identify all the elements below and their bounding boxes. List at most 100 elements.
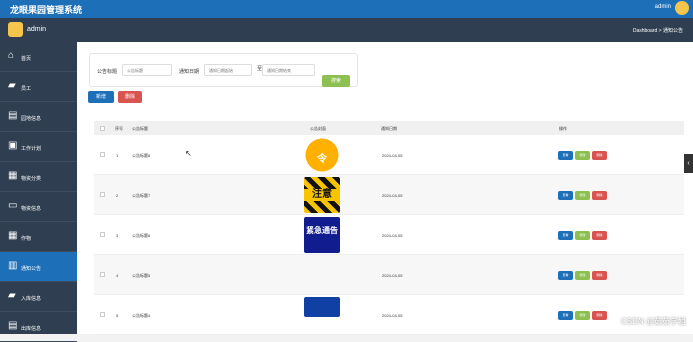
delete-row-button[interactable]: 删除 [592, 271, 607, 280]
edit-button[interactable]: 修改 [575, 231, 590, 240]
notice-cover-image [304, 297, 340, 317]
column-date[interactable]: 通知日期 [381, 126, 397, 132]
top-header: 龙眼果园管理系统 admin [0, 0, 693, 18]
row-date: 2024-04-05 [382, 313, 403, 318]
sidebar-item-label: 首页 [21, 56, 32, 62]
table-row: 5 公告标题4 2024-04-05 查看 修改 删除 [94, 295, 684, 335]
delete-row-button[interactable]: 删除 [592, 231, 607, 240]
sidebar-item-label: 作物 [21, 236, 32, 242]
cover-image-text: 令 [317, 154, 327, 165]
start-date-input[interactable] [204, 64, 252, 76]
sidebar-item-label: 出库信息 [21, 326, 42, 332]
edit-button[interactable]: 修改 [575, 271, 590, 280]
list-icon: ▤ [8, 320, 18, 331]
top-user-name[interactable]: admin [655, 4, 671, 10]
list-icon: ▤ [8, 110, 18, 121]
search-button[interactable]: 搜索 [322, 75, 350, 87]
table-row: 4 公告标题5 2024-04-05 查看 修改 删除 [94, 255, 684, 295]
row-index: 5 [116, 313, 119, 318]
row-checkbox[interactable] [100, 312, 105, 317]
notice-cover-image: 紧急通告 [304, 217, 340, 253]
view-button[interactable]: 查看 [558, 231, 573, 240]
column-title[interactable]: 公告标题 [132, 126, 148, 132]
notice-date-label: 通知日期 [179, 69, 200, 75]
grid-icon: ▦ [8, 230, 18, 241]
sidebar-item-plan[interactable]: ▣ 工作计划 [0, 132, 77, 162]
select-all-checkbox[interactable] [100, 126, 105, 131]
row-date: 2024-04-05 [382, 273, 403, 278]
sidebar-item-notice[interactable]: ▥ 通知公告 [0, 252, 77, 282]
app-title: 龙眼果园管理系统 [10, 5, 83, 15]
briefcase-icon: ▰ [8, 80, 16, 91]
breadcrumb[interactable]: Dashboard > 通知公告 [633, 27, 683, 34]
row-checkbox[interactable] [100, 232, 105, 237]
delete-row-button[interactable]: 删除 [592, 191, 607, 200]
sidebar-item-garden[interactable]: ▤ 园地信息 [0, 102, 77, 132]
side-panel-toggle[interactable]: ‹ [684, 154, 693, 173]
row-title: 公告标题8 [132, 153, 151, 158]
sidebar-item-crop[interactable]: ▦ 作物 [0, 222, 77, 252]
admin-avatar [8, 22, 23, 37]
edit-button[interactable]: 修改 [575, 311, 590, 320]
delete-row-button[interactable]: 删除 [592, 311, 607, 320]
table-row: 2 公告标题7 注意 2024-04-05 查看 修改 删除 [94, 175, 684, 215]
sidebar-item-material-category[interactable]: ▦ 物资分类 [0, 162, 77, 192]
sub-header: admin Dashboard > 通知公告 [0, 18, 693, 42]
delete-button[interactable]: 删除 [118, 91, 142, 103]
column-cover[interactable]: 公告封面 [310, 126, 326, 132]
row-title: 公告标题7 [132, 193, 151, 198]
view-button[interactable]: 查看 [558, 311, 573, 320]
edit-button[interactable]: 修改 [575, 151, 590, 160]
row-index: 3 [116, 233, 119, 238]
file-icon: ▣ [8, 140, 18, 151]
user-avatar[interactable] [675, 1, 689, 15]
inbox-icon: ▰ [8, 290, 16, 301]
notice-title-label: 公告标题 [97, 69, 118, 75]
row-date: 2024-04-05 [382, 233, 403, 238]
notice-cover-image: 令 [304, 137, 340, 173]
sidebar-item-outbound[interactable]: ▤ 出库信息 [0, 312, 77, 342]
search-panel: 公告标题 通知日期 至 搜索 [89, 53, 358, 87]
row-date: 2024-04-05 [382, 153, 403, 158]
watermark-text: CSDN @茹茹学姐 [620, 317, 686, 326]
sidebar: ⌂ 首页 ▰ 员工 ▤ 园地信息 ▣ 工作计划 ▦ 物资分类 ▭ 物资信息 ▦ 作物 ▥ 通知公… [0, 42, 77, 342]
row-index: 4 [116, 273, 119, 278]
main-content: 公告标题 通知日期 至 搜索 新增 删除 ↖ 序号 公告标题 公告封面 通知日期… [77, 42, 693, 335]
sidebar-item-inbound[interactable]: ▰ 入库信息 [0, 282, 77, 312]
sidebar-item-label: 入库信息 [21, 296, 42, 302]
row-checkbox[interactable] [100, 192, 105, 197]
row-title: 公告标题4 [132, 313, 151, 318]
delete-row-button[interactable]: 删除 [592, 151, 607, 160]
bar-chart-icon: ▥ [8, 260, 18, 271]
storage-icon: ▦ [8, 170, 18, 181]
view-button[interactable]: 查看 [558, 191, 573, 200]
notice-title-input[interactable] [122, 64, 172, 76]
row-date: 2024-04-05 [382, 193, 403, 198]
home-icon: ⌂ [8, 50, 15, 61]
table-row: 3 公告标题6 紧急通告 2024-04-05 查看 修改 删除 [94, 215, 684, 255]
table-header: 序号 公告标题 公告封面 通知日期 操作 [94, 121, 684, 135]
cover-image-text: 注意 [304, 189, 340, 201]
sidebar-item-material-info[interactable]: ▭ 物资信息 [0, 192, 77, 222]
row-index: 2 [116, 193, 119, 198]
view-button[interactable]: 查看 [558, 271, 573, 280]
table-row: 1 公告标题8 令 2024-04-05 查看 修改 删除 [94, 135, 684, 175]
sidebar-item-label: 物资分类 [21, 176, 42, 182]
sidebar-item-label: 物资信息 [21, 206, 42, 212]
row-checkbox[interactable] [100, 272, 105, 277]
sidebar-item-label: 工作计划 [21, 146, 42, 152]
sidebar-item-home[interactable]: ⌂ 首页 [0, 42, 77, 72]
add-button[interactable]: 新增 [88, 91, 114, 103]
row-title: 公告标题5 [132, 273, 151, 278]
edit-button[interactable]: 修改 [575, 191, 590, 200]
row-checkbox[interactable] [100, 152, 105, 157]
view-button[interactable]: 查看 [558, 151, 573, 160]
sidebar-item-staff[interactable]: ▰ 员工 [0, 72, 77, 102]
row-index: 1 [116, 153, 119, 158]
notice-cover-image: 注意 [304, 177, 340, 213]
sidebar-item-label: 通知公告 [21, 266, 42, 272]
chat-icon: ▭ [8, 200, 18, 211]
end-date-input[interactable] [262, 64, 315, 76]
admin-name: admin [27, 26, 47, 33]
column-index: 序号 [115, 126, 123, 131]
